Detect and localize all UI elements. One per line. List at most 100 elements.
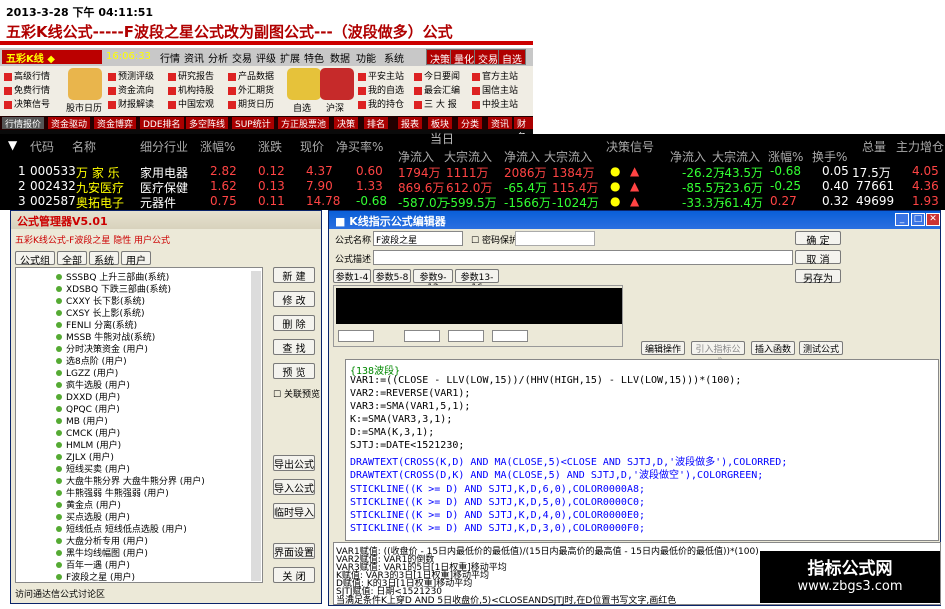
tab-params-13-16[interactable]: 参数13-16 xyxy=(455,269,499,293)
col-header[interactable]: 换手% xyxy=(812,148,847,165)
code-editor[interactable]: {138波段} VAR1:=((CLOSE - LLV(LOW,15))/(HH… xyxy=(345,359,939,541)
param-input[interactable] xyxy=(338,330,374,342)
col-header[interactable]: 净流入 xyxy=(670,148,706,165)
tab-sup-stats[interactable]: SUP统计 xyxy=(232,117,274,130)
tab-all[interactable]: 全部 xyxy=(57,251,87,267)
formula-name-input[interactable]: F波段之星 xyxy=(373,231,463,246)
find-button[interactable]: 查 找 xyxy=(273,339,315,355)
tree-scrollbar[interactable] xyxy=(251,271,261,581)
tab-params-1-4[interactable]: 参数1-4 xyxy=(333,269,371,283)
tab-reports[interactable]: 报表 xyxy=(398,117,423,130)
col-header[interactable]: 决策信号 xyxy=(606,138,654,155)
tab-stock-pool[interactable]: 方正股票池 xyxy=(278,117,330,130)
table-row[interactable]: 1 000533 万 家 乐 家用电器 2.82 0.12 4.37 0.60 … xyxy=(0,164,945,180)
col-header[interactable]: 大宗流入 xyxy=(544,148,592,165)
col-header[interactable]: 涨幅% xyxy=(768,148,803,165)
col-header[interactable]: 代码 xyxy=(30,138,54,155)
cancel-button[interactable]: 取 消 xyxy=(795,250,841,266)
menu-item[interactable]: 评级 xyxy=(256,50,276,65)
col-header[interactable]: 细分行业 xyxy=(140,138,188,155)
new-button[interactable]: 新 建 xyxy=(273,267,315,283)
temp-import-button[interactable]: 临时导入 xyxy=(273,503,315,519)
menu-item[interactable]: 特色 xyxy=(304,50,324,65)
tab-capital-drive[interactable]: 资金驱动 xyxy=(48,117,91,130)
tab-decision[interactable]: 决策 xyxy=(334,117,359,130)
tab-long-short[interactable]: 多空阵线 xyxy=(186,117,229,130)
col-header[interactable]: 总量 xyxy=(862,138,886,155)
tab-group[interactable]: 公式组 xyxy=(15,251,55,267)
toolbar-link[interactable]: 期货日历 xyxy=(228,97,274,110)
col-header[interactable]: 大宗流入 xyxy=(444,148,492,165)
tab-news[interactable]: 资讯 xyxy=(488,117,513,130)
param-input[interactable] xyxy=(492,330,528,342)
toolbar-link[interactable]: 国信主站 xyxy=(472,83,518,96)
toolbar-link[interactable]: 我的自选 xyxy=(358,83,404,96)
toolbar-link[interactable]: 决策信号 xyxy=(4,97,50,110)
password-input[interactable] xyxy=(515,231,595,246)
toolbar-link[interactable]: 今日要闻 xyxy=(414,69,460,82)
menu-item[interactable]: 分析 xyxy=(208,50,228,65)
export-button[interactable]: 导出公式 xyxy=(273,455,315,471)
toolbar-link[interactable]: 高级行情 xyxy=(4,69,50,82)
toolbar-link[interactable]: 中国宏观 xyxy=(168,97,214,110)
edit-button[interactable]: 修 改 xyxy=(273,291,315,307)
toolbar-link[interactable]: 三 大 报 xyxy=(414,97,457,110)
tab-rank[interactable]: 排名 xyxy=(364,117,389,130)
col-header[interactable]: 净流入 xyxy=(504,148,540,165)
tab-system[interactable]: 系统 xyxy=(89,251,119,267)
menu-item[interactable]: 系统 xyxy=(384,50,404,65)
toolbar-link[interactable]: 机构持股 xyxy=(168,83,214,96)
tab-dde-rank[interactable]: DDE排名 xyxy=(140,117,184,130)
tab-params-5-8[interactable]: 参数5-8 xyxy=(373,269,411,283)
toolbar-link[interactable]: 预测评级 xyxy=(108,69,154,82)
tab-capital-game[interactable]: 资金博弈 xyxy=(94,117,137,130)
test-formula-button[interactable]: 测试公式 xyxy=(799,341,843,355)
menu-item[interactable]: 资讯 xyxy=(184,50,204,65)
toolbar-link[interactable]: 中投主站 xyxy=(472,97,518,110)
save-as-button[interactable]: 另存为 xyxy=(795,269,841,285)
toolbar-link[interactable]: 外汇期货 xyxy=(228,83,274,96)
col-header[interactable]: 名称 xyxy=(72,138,96,155)
toolbar-link[interactable]: 产品数据 xyxy=(228,69,274,82)
import-indicator-button[interactable]: 引入指标公式 xyxy=(691,341,745,368)
close-button[interactable]: 关 闭 xyxy=(273,567,315,583)
import-button[interactable]: 导入公式 xyxy=(273,479,315,495)
toolbar-link[interactable]: 财报解读 xyxy=(108,97,154,110)
edit-ops-button[interactable]: 编辑操作 xyxy=(641,341,685,355)
table-row[interactable]: 3 002587 奥拓电子 元器件 0.75 0.11 14.78 -0.68 … xyxy=(0,194,945,210)
toolbar-link[interactable]: 研究报告 xyxy=(168,69,214,82)
close-icon[interactable]: ✕ xyxy=(926,213,940,226)
maximize-icon[interactable]: □ xyxy=(911,213,925,226)
toolbar-link[interactable]: 最会汇编 xyxy=(414,83,460,96)
menu-item[interactable]: 交易 xyxy=(232,50,252,65)
tab-quotes[interactable]: 行情报价 xyxy=(2,117,45,130)
ok-button[interactable]: 确 定 xyxy=(795,231,841,247)
menu-watchlist[interactable]: 自选 xyxy=(498,49,526,66)
col-header[interactable]: 主力增仓 xyxy=(896,138,944,155)
tab-sectors[interactable]: 板块 xyxy=(428,117,453,130)
calendar-icon[interactable] xyxy=(68,68,102,100)
col-header[interactable]: 现价 xyxy=(300,138,324,155)
watchlist-icon[interactable] xyxy=(287,68,321,100)
col-header[interactable]: 净流入 xyxy=(398,148,434,165)
menu-item[interactable]: 行情 xyxy=(160,50,180,65)
menu-item[interactable]: 数据 xyxy=(330,50,350,65)
toolbar-link[interactable]: 平安主站 xyxy=(358,69,404,82)
menu-item[interactable]: 功能 xyxy=(356,50,376,65)
col-header[interactable]: 大宗流入 xyxy=(712,148,760,165)
tree-item[interactable]: F波段之星 (用户) xyxy=(56,570,135,582)
minimize-icon[interactable]: _ xyxy=(895,213,909,226)
toolbar-link[interactable]: 免费行情 xyxy=(4,83,50,96)
toolbar-link[interactable]: 资金流向 xyxy=(108,83,154,96)
preview-button[interactable]: 预 览 xyxy=(273,363,315,379)
toolbar-link[interactable]: 我的持仓 xyxy=(358,97,404,110)
tab-params-9-12[interactable]: 参数9-12 xyxy=(413,269,453,293)
password-checkbox[interactable]: ☐ 密码保护 xyxy=(471,233,518,246)
col-header[interactable]: 涨幅% xyxy=(200,138,235,155)
param-input[interactable] xyxy=(448,330,484,342)
tab-user[interactable]: 用户 xyxy=(121,251,151,267)
market-icon[interactable] xyxy=(320,68,354,100)
param-input[interactable] xyxy=(404,330,440,342)
toolbar-link[interactable]: 官方主站 xyxy=(472,69,518,82)
formula-desc-input[interactable] xyxy=(373,250,793,265)
